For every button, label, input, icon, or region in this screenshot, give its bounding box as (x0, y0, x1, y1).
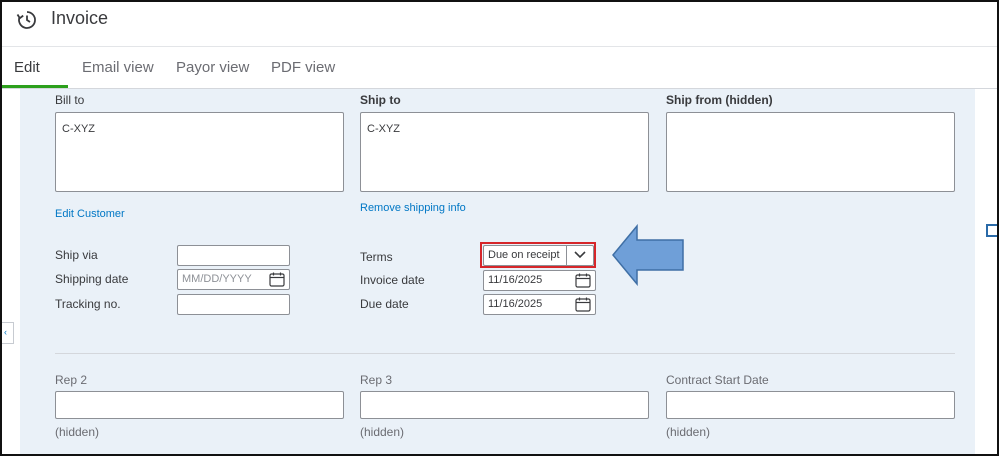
terms-label: Terms (360, 250, 393, 264)
ship-via-label: Ship via (55, 248, 98, 262)
bill-to-label: Bill to (55, 93, 85, 107)
bill-to-address[interactable]: C-XYZ (55, 112, 344, 192)
tab-pdf-view[interactable]: PDF view (271, 59, 335, 76)
history-icon[interactable] (16, 9, 38, 31)
section-divider (55, 353, 955, 354)
tab-email-view[interactable]: Email view (82, 59, 154, 76)
tracking-no-input[interactable] (177, 294, 290, 315)
ship-to-label: Ship to (360, 93, 401, 107)
edge-marker (986, 224, 997, 237)
due-date-input[interactable]: 11/16/2025 (483, 294, 596, 315)
header: Invoice (2, 2, 997, 47)
ship-via-input[interactable] (177, 245, 290, 266)
custom-field-label: Rep 2 (55, 373, 88, 387)
edit-customer-link[interactable]: Edit Customer (55, 208, 125, 220)
calendar-icon[interactable] (269, 272, 285, 287)
remove-shipping-info-link[interactable]: Remove shipping info (360, 202, 466, 214)
shipping-date-placeholder: MM/DD/YYYY (182, 273, 252, 285)
calendar-icon[interactable] (575, 297, 591, 312)
rep-3-input[interactable] (360, 391, 649, 419)
custom-field-label: Contract Start Date (666, 373, 769, 387)
tab-payor-view[interactable]: Payor view (176, 59, 249, 76)
invoice-window: Invoice Edit Email view Payor view PDF v… (0, 0, 999, 456)
page-title: Invoice (51, 8, 109, 28)
contract-start-date-input[interactable] (666, 391, 955, 419)
hidden-note: (hidden) (360, 425, 405, 439)
hidden-note: (hidden) (666, 425, 711, 439)
rep-2-input[interactable] (55, 391, 344, 419)
active-tab-indicator (2, 85, 68, 88)
due-date-label: Due date (360, 297, 409, 311)
tab-edit[interactable]: Edit (14, 59, 40, 76)
arrow-left-icon (612, 224, 684, 286)
invoice-date-input[interactable]: 11/16/2025 (483, 270, 596, 291)
invoice-date-value: 11/16/2025 (488, 274, 543, 286)
collapse-icon: ‹ (4, 327, 7, 337)
tracking-no-label: Tracking no. (55, 297, 121, 311)
shipping-date-input[interactable]: MM/DD/YYYY (177, 269, 290, 290)
ship-to-address[interactable]: C-XYZ (360, 112, 649, 192)
shipping-date-label: Shipping date (55, 272, 129, 286)
due-date-value: 11/16/2025 (488, 298, 543, 310)
calendar-icon[interactable] (575, 273, 591, 288)
terms-highlight-box (480, 242, 596, 268)
invoice-date-label: Invoice date (360, 273, 425, 287)
ship-from-address[interactable] (666, 112, 955, 192)
side-collapse-tab[interactable]: ‹ (2, 322, 14, 344)
view-tabs: Edit Email view Payor view PDF view (2, 47, 997, 89)
hidden-note: (hidden) (55, 425, 100, 439)
ship-from-label: Ship from (hidden) (666, 93, 773, 107)
custom-field-label: Rep 3 (360, 373, 393, 387)
invoice-form-panel: Bill to C-XYZ Edit Customer Ship to C-XY… (20, 89, 975, 454)
